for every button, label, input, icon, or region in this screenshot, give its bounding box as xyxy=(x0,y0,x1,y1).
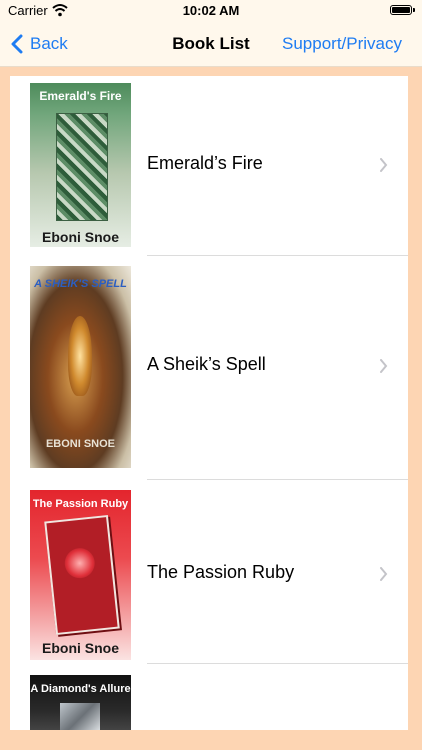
navigation-bar: Back Book List Support/Privacy xyxy=(0,22,422,67)
book-illustration xyxy=(44,514,120,636)
support-privacy-button[interactable]: Support/Privacy xyxy=(282,22,402,66)
flame-illustration xyxy=(68,316,92,396)
emerald-illustration xyxy=(56,113,108,221)
cover-title-text: The Passion Ruby xyxy=(32,498,129,510)
diamond-illustration xyxy=(60,703,100,730)
book-title: A Sheik’s Spell xyxy=(147,354,266,374)
book-title: The Passion Ruby xyxy=(147,562,295,582)
battery-icon xyxy=(390,5,415,15)
chevron-right-icon xyxy=(380,158,388,172)
book-cover-image: A SHEIK'S SPELL EBONI SNOE xyxy=(30,266,131,468)
cover-author-text: Eboni Snoe xyxy=(42,640,119,656)
chevron-right-icon xyxy=(380,359,388,373)
book-row-the-passion-ruby[interactable]: The Passion Ruby Eboni Snoe The Passion … xyxy=(10,480,408,664)
book-cover-image: Emerald's Fire Eboni Snoe xyxy=(30,83,131,247)
cover-title-text: Emerald's Fire xyxy=(39,89,122,103)
book-row-a-diamonds-allure[interactable]: A Diamond's Allure xyxy=(10,664,408,730)
cover-title-text: A SHEIK'S SPELL xyxy=(34,278,127,290)
cover-author-text: EBONI SNOE xyxy=(45,438,116,450)
book-row-a-sheiks-spell[interactable]: A SHEIK'S SPELL EBONI SNOE A Sheik’s Spe… xyxy=(10,256,408,480)
book-cover-image: The Passion Ruby Eboni Snoe xyxy=(30,490,131,660)
ruby-illustration xyxy=(63,546,97,580)
chevron-right-icon xyxy=(380,567,388,581)
status-bar: Carrier 10:02 AM xyxy=(0,0,422,22)
book-row-emeralds-fire[interactable]: Emerald's Fire Eboni Snoe Emerald’s Fire xyxy=(10,76,408,256)
cover-title-text: A Diamond's Allure xyxy=(30,683,131,695)
status-time: 10:02 AM xyxy=(182,3,240,18)
book-list: Emerald's Fire Eboni Snoe Emerald’s Fire… xyxy=(10,76,408,730)
book-cover-image: A Diamond's Allure xyxy=(30,675,131,730)
book-title: Emerald’s Fire xyxy=(147,153,263,173)
cover-author-text: Eboni Snoe xyxy=(42,229,119,245)
